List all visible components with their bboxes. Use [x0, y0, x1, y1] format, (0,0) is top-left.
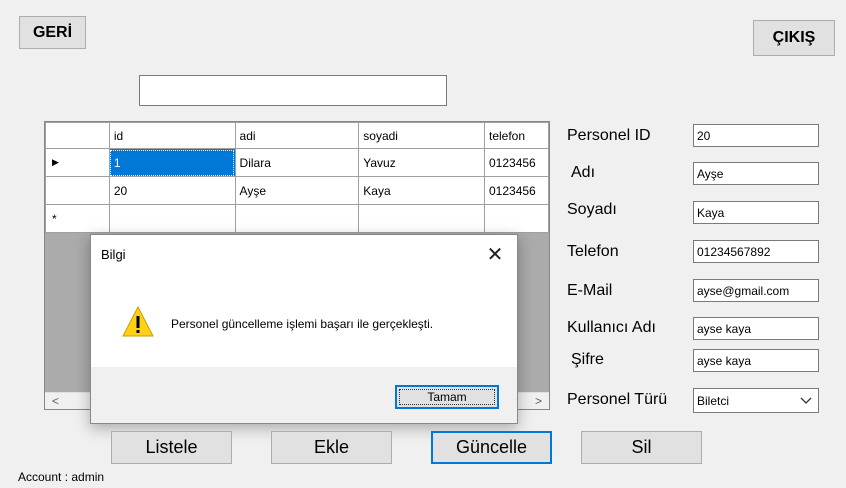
cell-id[interactable]	[108, 204, 236, 233]
cell-id[interactable]: 1	[108, 148, 236, 177]
personnel-type-value: Biletci	[697, 393, 730, 408]
row-selector[interactable]	[45, 176, 110, 205]
label-password: Şifre	[571, 351, 604, 368]
exit-button[interactable]: ÇIKIŞ	[753, 20, 835, 56]
label-phone: Telefon	[567, 243, 619, 260]
warning-icon	[122, 305, 154, 337]
email-field[interactable]	[693, 279, 819, 302]
cell-telefon[interactable]: 0123456	[484, 148, 549, 177]
name-field[interactable]	[693, 162, 819, 185]
account-status: Account : admin	[18, 470, 105, 484]
password-field[interactable]	[693, 349, 819, 372]
scroll-right-button[interactable]: >	[530, 393, 547, 409]
column-header-adi[interactable]: adi	[234, 122, 360, 149]
label-name: Adı	[571, 164, 596, 181]
label-personnel-id: Personel ID	[567, 127, 651, 144]
column-header-soyadi[interactable]: soyadi	[358, 122, 485, 149]
cell-adi[interactable]: Ayşe	[234, 176, 360, 205]
update-button[interactable]: Güncelle	[431, 431, 552, 464]
add-button[interactable]: Ekle	[271, 431, 392, 464]
cell-adi[interactable]: Dilara	[234, 148, 360, 177]
phone-field[interactable]	[693, 240, 819, 263]
cell-adi[interactable]	[234, 204, 360, 233]
row-selector[interactable]: ▶	[45, 148, 110, 177]
username-field[interactable]	[693, 317, 819, 340]
cell-telefon[interactable]: 0123456	[484, 176, 549, 205]
chevron-down-icon	[800, 397, 812, 404]
surname-field[interactable]	[693, 201, 819, 224]
grid-header-row: id adi soyadi telefon	[45, 122, 549, 149]
back-button[interactable]: GERİ	[19, 16, 86, 49]
table-row[interactable]: ▶ 1 Dilara Yavuz 0123456	[45, 148, 549, 177]
grid-table: id adi soyadi telefon ▶ 1 Dilara Yavuz 0…	[45, 122, 549, 233]
close-icon[interactable]: ✕	[483, 243, 507, 266]
personnel-type-select[interactable]: Biletci	[693, 388, 819, 413]
cell-telefon[interactable]	[484, 204, 549, 233]
table-row[interactable]: 20 Ayşe Kaya 0123456	[45, 176, 549, 205]
scroll-left-button[interactable]: <	[47, 393, 64, 409]
new-row-marker[interactable]: *	[45, 204, 110, 233]
personnel-id-field[interactable]	[693, 124, 819, 147]
column-header-id[interactable]: id	[108, 122, 236, 149]
info-dialog: Bilgi ✕ Personel güncelleme işlemi başar…	[90, 234, 518, 424]
cell-soyadi[interactable]: Yavuz	[358, 148, 485, 177]
label-email: E-Mail	[567, 282, 613, 299]
row-header-corner	[45, 122, 110, 149]
cell-soyadi[interactable]: Kaya	[358, 176, 485, 205]
search-input[interactable]	[139, 75, 447, 106]
cell-soyadi[interactable]	[358, 204, 485, 233]
cell-id[interactable]: 20	[108, 176, 236, 205]
column-header-telefon[interactable]: telefon	[484, 122, 549, 149]
ok-button[interactable]: Tamam	[395, 385, 499, 409]
dialog-message: Personel güncelleme işlemi başarı ile ge…	[171, 317, 434, 331]
list-button[interactable]: Listele	[111, 431, 232, 464]
dialog-title: Bilgi	[101, 247, 126, 262]
label-surname: Soyadı	[567, 201, 617, 218]
label-personnel-type: Personel Türü	[567, 391, 668, 408]
delete-button[interactable]: Sil	[581, 431, 702, 464]
table-row-new[interactable]: *	[45, 204, 549, 233]
label-username: Kullanıcı Adı	[567, 319, 656, 336]
